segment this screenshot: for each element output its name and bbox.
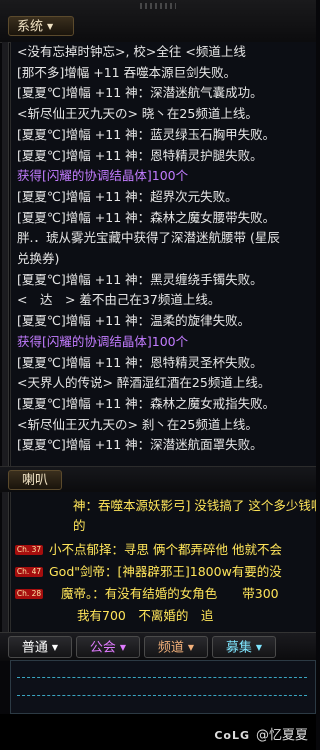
system-message: [夏夏℃]增幅 +11 神：深潜迷航气囊成功。 — [17, 85, 263, 101]
chevron-down-icon: ▼ — [255, 643, 263, 652]
horn-message[interactable]: 魔帝。：有没有结婚的女角色 带300 — [61, 586, 279, 602]
tab-normal[interactable]: 普通 ▼ — [8, 636, 72, 658]
chat-input[interactable] — [10, 660, 316, 714]
system-message: [夏夏℃]增幅 +11 神：恩特精灵护腿失败。 — [17, 147, 263, 163]
tab-guild[interactable]: 公会 ▼ — [76, 636, 140, 658]
input-divider — [17, 677, 307, 678]
horn-message[interactable]: 的 — [73, 518, 86, 534]
system-message: <斩尽仙王灭九天の> 刹丶在25频道上线。 — [17, 416, 258, 432]
system-message: 获得[闪耀的协调结晶体]100个 — [17, 168, 189, 184]
tab-normal-label: 普通 — [21, 640, 48, 656]
chevron-down-icon: ▼ — [47, 22, 54, 31]
system-message: <天界人的传说> 醉酒湿红酒在25频道上线。 — [17, 375, 271, 391]
system-message: [夏夏℃]增幅 +11 神：超界次元失败。 — [17, 188, 238, 204]
horn-message[interactable]: 我有700 不离婚的 追 — [77, 608, 213, 624]
system-message: 获得[闪耀的协调结晶体]100个 — [17, 333, 189, 349]
system-message: <斩尽仙王灭九天の> 晓丶在25频道上线。 — [17, 106, 258, 122]
system-message: < 达 > 羞不由己在37频道上线。 — [17, 292, 221, 308]
watermark-user: @忆夏夏 — [255, 728, 308, 743]
watermark: CoLG @忆夏夏 — [214, 724, 308, 743]
tab-channel-label: 频道 — [157, 640, 184, 656]
system-message: [夏夏℃]增幅 +11 神：森林之魔女腰带失败。 — [17, 209, 276, 225]
horn-message[interactable]: 小不点郁择：寻思 俩个都弄碎他 他就不会 — [49, 542, 282, 558]
drag-grip-icon[interactable] — [140, 3, 176, 9]
tab-system[interactable]: 系统 ▼ — [8, 16, 74, 36]
tab-horn[interactable]: 喇叭 — [8, 470, 62, 490]
system-message: [夏夏℃]增幅 +11 神：温柔的旋律失败。 — [17, 313, 251, 329]
system-message: 胖.．琥从雾光宝藏中获得了深潜迷航腰带 (星辰 — [17, 230, 280, 246]
horn-message[interactable]: 神：吞噬本源妖影弓] 没钱搞了 这个多少钱啊 乱卖 — [73, 498, 316, 514]
system-message: [夏夏℃]增幅 +11 神：黑灵缠绕手镯失败。 — [17, 271, 263, 287]
level-badge: Ch. 28 — [15, 589, 43, 599]
system-message: [夏夏℃]增幅 +11 神：蓝灵绿玉石胸甲失败。 — [17, 126, 276, 142]
colg-logo: CoLG — [214, 729, 250, 742]
tab-horn-label: 喇叭 — [21, 473, 48, 488]
system-message-log: <没有忘掉时钟忘>, 校>全往 <频道上线 [那不多]增幅 +11 吞噬本源巨剑失… — [10, 42, 316, 466]
tab-guild-label: 公会 — [89, 640, 116, 656]
level-badge: Ch. 47 — [15, 567, 43, 577]
horn-scrollbar[interactable] — [2, 492, 9, 632]
system-message: [夏夏℃]增幅 +11 神：森林之魔女戒指失败。 — [17, 395, 276, 411]
tab-recruit-label: 募集 — [225, 640, 252, 656]
footer: CoLG @忆夏夏 — [0, 714, 316, 750]
system-message: [那不多]增幅 +11 吞噬本源巨剑失败。 — [17, 64, 237, 80]
tab-recruit[interactable]: 募集 ▼ — [212, 636, 276, 658]
chevron-down-icon: ▼ — [119, 643, 127, 652]
chevron-down-icon: ▼ — [187, 643, 195, 652]
system-message: [夏夏℃]增幅 +11 神：深潜迷航面罩失败。 — [17, 437, 263, 453]
horn-message[interactable]: God"剑帝：[神器辟邪王]1800w有要的没 — [49, 564, 282, 580]
system-message: [夏夏℃]增幅 +11 神：恩特精灵圣杯失败。 — [17, 354, 263, 370]
system-message: <没有忘掉时钟忘>, 校>全往 <频道上线 — [17, 44, 246, 59]
input-divider — [17, 695, 307, 696]
system-scrollbar[interactable] — [2, 42, 9, 466]
horn-message-log: 神：吞噬本源妖影弓] 没钱搞了 这个多少钱啊 乱卖的 Ch. 37 小不点郁择：寻思… — [10, 492, 316, 632]
system-message: 兑换券) — [17, 251, 60, 266]
level-badge: Ch. 37 — [15, 545, 43, 555]
chevron-down-icon: ▼ — [51, 643, 59, 652]
tab-system-label: 系统 — [17, 19, 44, 35]
tab-channel[interactable]: 频道 ▼ — [144, 636, 208, 658]
